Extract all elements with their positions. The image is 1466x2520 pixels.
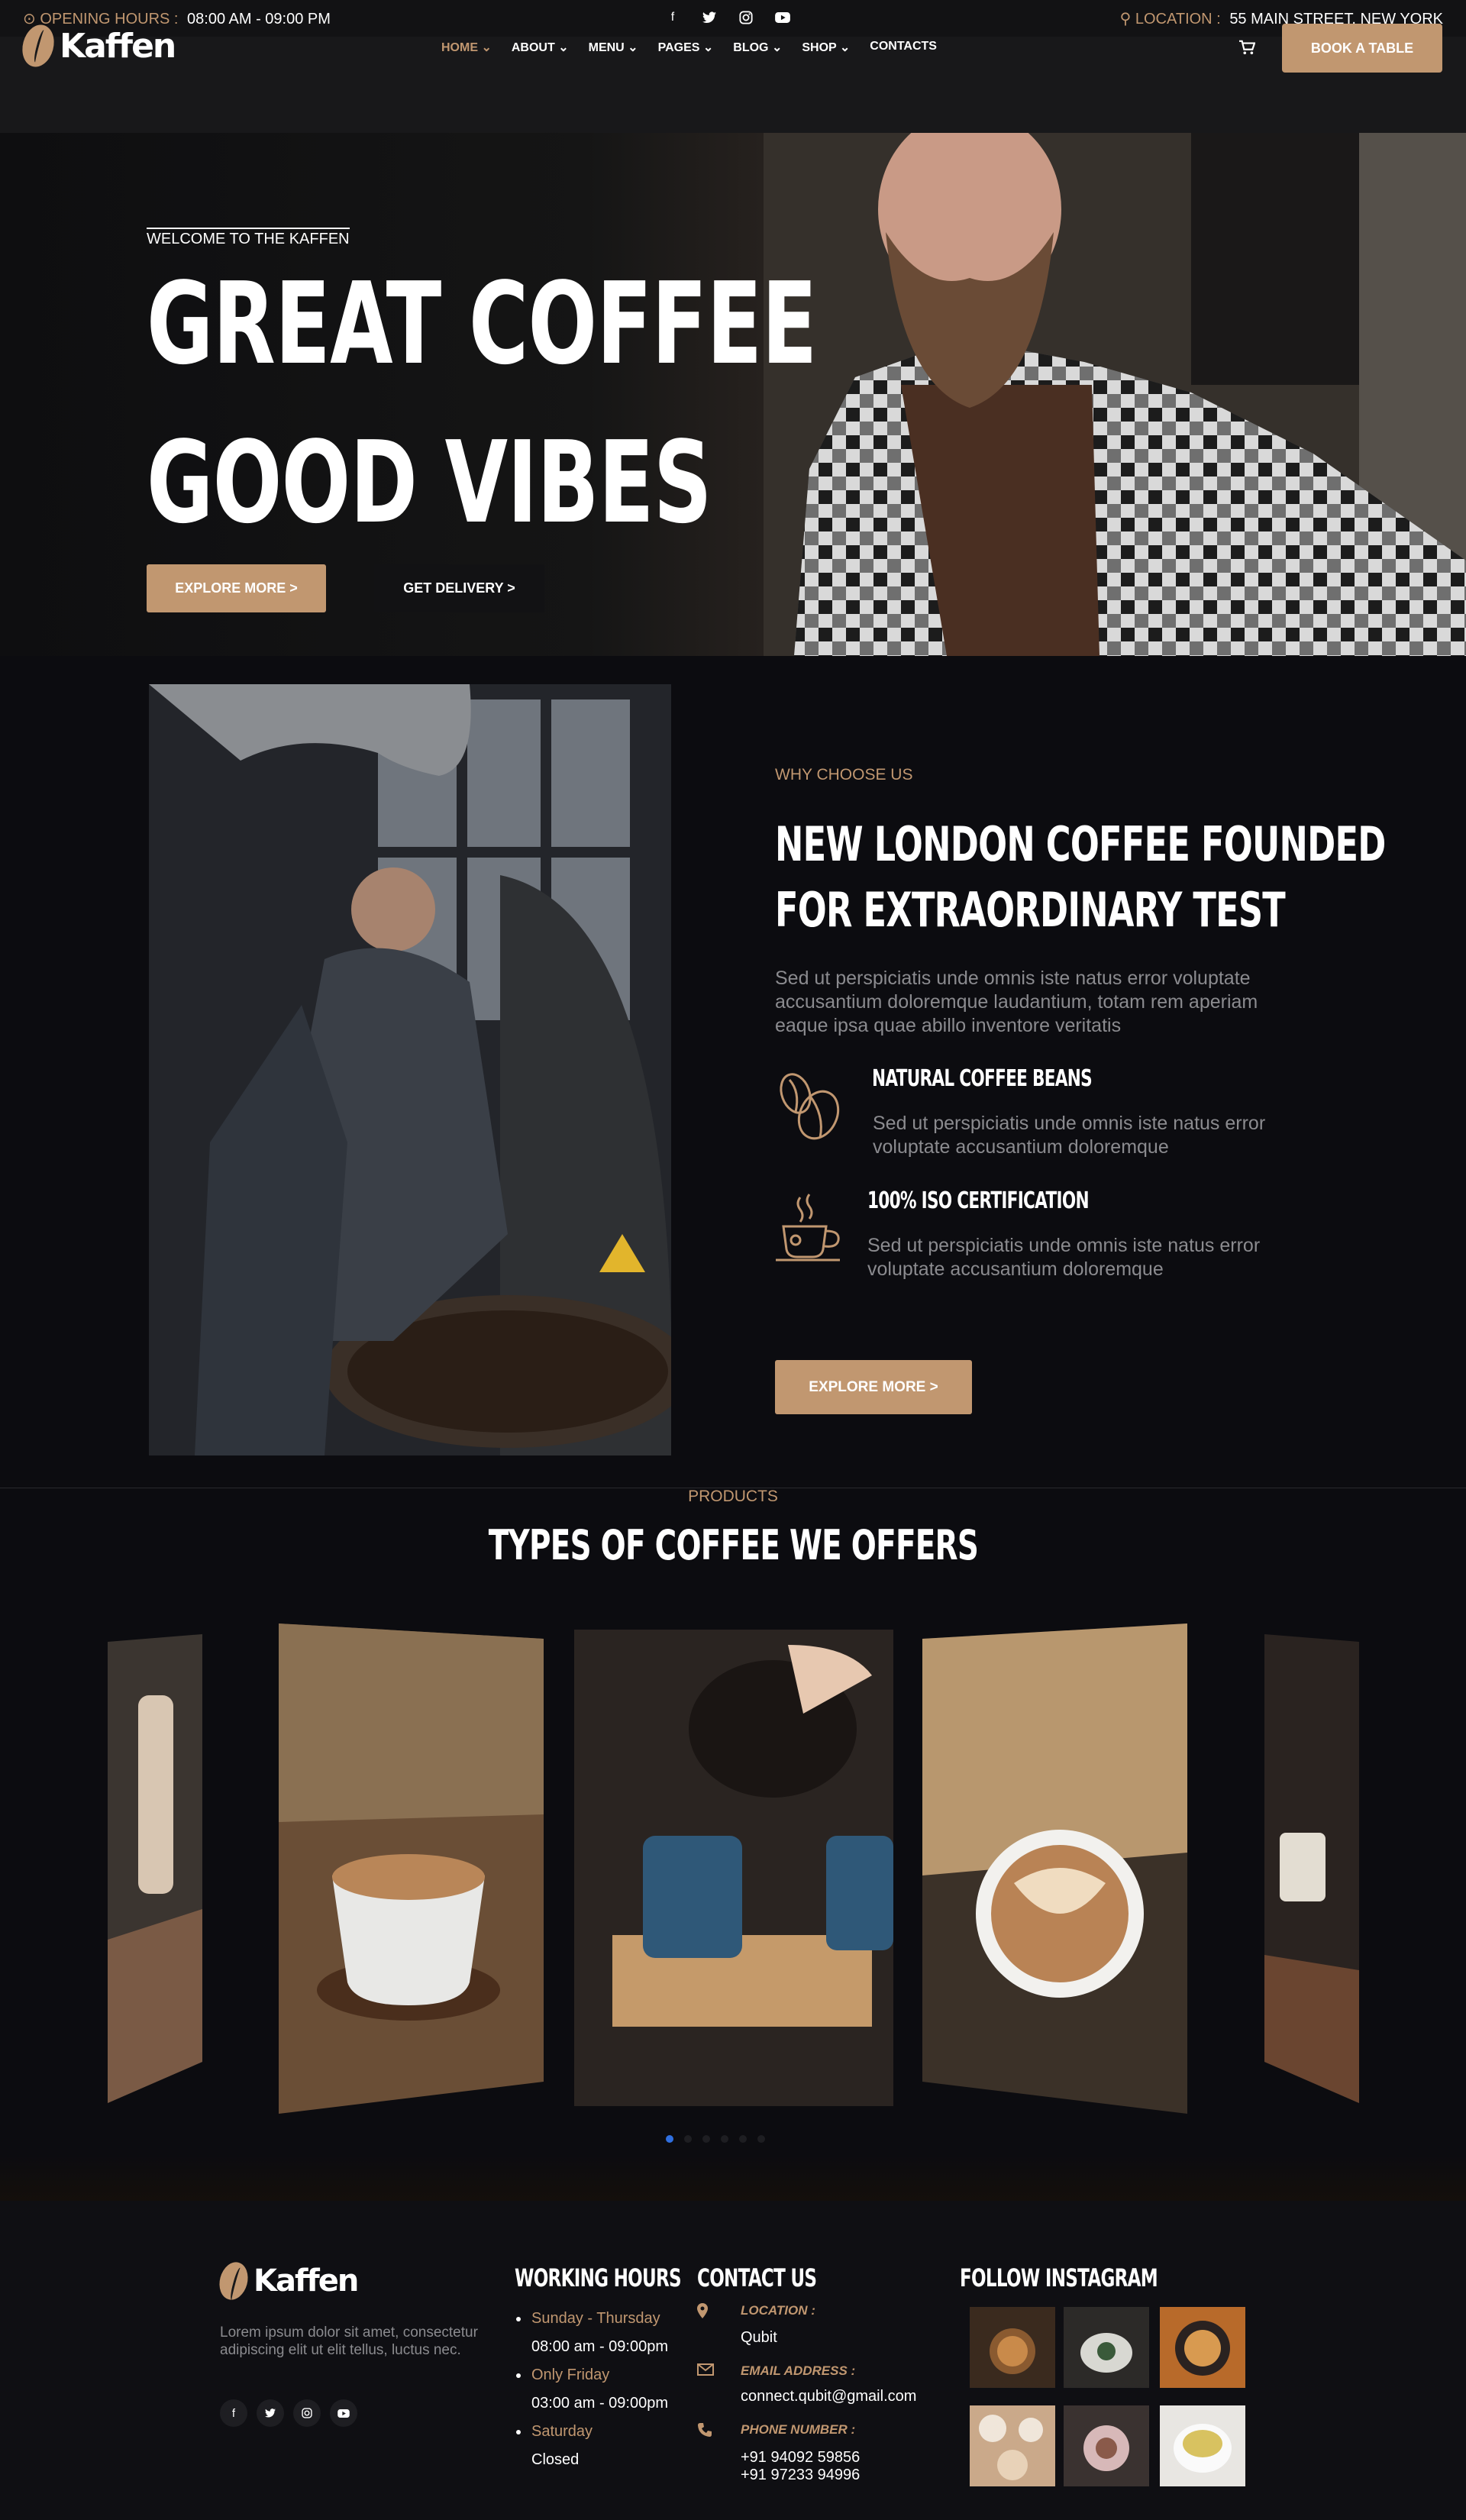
coffee-cup-icon	[776, 1194, 840, 1262]
instagram-photo-4[interactable]	[970, 2405, 1055, 2486]
hours-day-2: Only Friday	[515, 2361, 668, 2389]
nav-item-menu[interactable]: MENU ⌄	[589, 40, 638, 55]
book-table-button[interactable]: BOOK A TABLE	[1282, 24, 1442, 73]
cart-icon[interactable]	[1238, 40, 1256, 60]
nav-menu: HOME ⌄ ABOUT ⌄ MENU ⌄ PAGES ⌄ BLOG ⌄ SHO…	[441, 40, 937, 55]
coffee-roaster-image	[149, 684, 671, 1455]
product-card-latte-art[interactable]	[922, 1623, 1187, 2114]
footer-logo-text: Kaffen	[253, 2263, 359, 2299]
instagram-title: FOLLOW INSTAGRAM	[960, 2263, 1158, 2292]
contact-phone-2[interactable]: +91 97233 94996	[741, 2467, 860, 2484]
hero-eyebrow: WELCOME TO THE KAFFEN	[147, 228, 350, 248]
contact-phone-label: PHONE NUMBER :	[741, 2422, 856, 2437]
about-heading-line-1: NEW LONDON COFFEE FOUNDED	[775, 816, 1386, 872]
facebook-icon[interactable]: f	[220, 2399, 247, 2427]
about-explore-button[interactable]: EXPLORE MORE >	[775, 1360, 972, 1414]
nav-item-home[interactable]: HOME ⌄	[441, 40, 492, 55]
about-heading: NEW LONDON COFFEE FOUNDED FOR EXTRAORDIN…	[775, 812, 1386, 943]
product-card-espresso-machine[interactable]	[1264, 1634, 1359, 2103]
opening-hours-value: 08:00 AM - 09:00 PM	[187, 10, 331, 27]
instagram-photo-1[interactable]	[970, 2307, 1055, 2388]
carousel-dot-4[interactable]	[721, 2135, 728, 2143]
contact-location-label: LOCATION :	[741, 2303, 815, 2318]
instagram-photo-2[interactable]	[1064, 2307, 1149, 2388]
carousel-dot-5[interactable]	[739, 2135, 747, 2143]
contact-email-value[interactable]: connect.qubit@gmail.com	[741, 2388, 916, 2405]
hours-day-3: Saturday	[515, 2418, 668, 2446]
facebook-icon[interactable]: f	[664, 9, 681, 26]
phone-icon	[697, 2422, 712, 2441]
top-social-links: f	[664, 9, 791, 26]
instagram-photo-5[interactable]	[1064, 2405, 1149, 2486]
feature-text-natural-beans: Sed ut perspiciatis unde omnis iste natu…	[873, 1113, 1266, 1158]
hero-title-line-2: GOOD VIBES	[147, 417, 712, 548]
section-band	[0, 2153, 1466, 2201]
nav-item-pages[interactable]: PAGES ⌄	[658, 40, 714, 55]
logo-text: Kaffen	[60, 26, 176, 66]
barista-hero-image	[764, 133, 1466, 656]
feature-title-iso: 100% ISO CERTIFICATION	[867, 1187, 1090, 1214]
instagram-photo-6[interactable]	[1160, 2405, 1245, 2486]
feature-title-natural-beans: NATURAL COFFEE BEANS	[872, 1065, 1093, 1092]
nav-item-contacts[interactable]: CONTACTS	[870, 40, 937, 55]
nav-item-about[interactable]: ABOUT ⌄	[512, 40, 569, 55]
about-eyebrow: WHY CHOOSE US	[775, 766, 913, 783]
nav-item-shop[interactable]: SHOP ⌄	[802, 40, 850, 55]
about-heading-line-2: FOR EXTRAORDINARY TEST	[775, 882, 1286, 938]
hero-title-line-1: GREAT COFFEE	[147, 258, 817, 389]
products-eyebrow: PRODUCTS	[688, 1488, 778, 1505]
coffee-beans-icon	[780, 1073, 840, 1140]
hours-time-1: 08:00 am - 09:00pm	[531, 2338, 668, 2355]
nav-item-blog[interactable]: BLOG ⌄	[733, 40, 782, 55]
products-title: TYPES OF COFFEE WE OFFERS	[488, 1521, 978, 1569]
carousel-dot-2[interactable]	[684, 2135, 692, 2143]
envelope-icon	[697, 2363, 714, 2379]
youtube-icon[interactable]	[330, 2399, 357, 2427]
instagram-photo-3[interactable]	[1160, 2307, 1245, 2388]
product-card-latte-burlap[interactable]	[279, 1623, 544, 2114]
twitter-icon[interactable]	[701, 9, 718, 26]
working-hours-list: Sunday - Thursday 08:00 am - 09:00pm Onl…	[515, 2305, 668, 2474]
contact-title: CONTACT US	[697, 2263, 817, 2292]
contact-location-value: Qubit	[741, 2329, 777, 2346]
hero-explore-button[interactable]: EXPLORE MORE >	[147, 564, 326, 612]
footer-social-links: f	[220, 2399, 357, 2427]
contact-email-label: EMAIL ADDRESS :	[741, 2363, 856, 2378]
map-pin-icon: ⚲	[1119, 10, 1132, 27]
footer-description: Lorem ipsum dolor sit amet, consectetur …	[220, 2325, 478, 2358]
product-card-iced-coffee[interactable]	[108, 1634, 202, 2103]
coffee-bean-icon	[18, 21, 59, 71]
hours-day-1: Sunday - Thursday	[515, 2305, 668, 2333]
working-hours-title: WORKING HOURS	[515, 2263, 682, 2292]
footer-logo[interactable]: Kaffen	[215, 2259, 359, 2303]
hours-time-3: Closed	[531, 2451, 580, 2468]
youtube-icon[interactable]	[774, 9, 791, 26]
carousel-pagination	[666, 2135, 765, 2143]
coffee-bean-icon	[215, 2259, 252, 2303]
hours-time-2: 03:00 am - 09:00pm	[531, 2395, 668, 2412]
about-paragraph: Sed ut perspiciatis unde omnis iste natu…	[775, 968, 1258, 1036]
feature-text-iso: Sed ut perspiciatis unde omnis iste natu…	[867, 1235, 1261, 1280]
carousel-dot-1[interactable]	[666, 2135, 673, 2143]
instagram-icon[interactable]	[293, 2399, 321, 2427]
carousel-dot-3[interactable]	[702, 2135, 710, 2143]
twitter-icon[interactable]	[257, 2399, 284, 2427]
location-label: LOCATION :	[1135, 10, 1221, 27]
carousel-dot-6[interactable]	[757, 2135, 765, 2143]
hero-delivery-button[interactable]: GET DELIVERY >	[374, 564, 544, 612]
contact-phone-1[interactable]: +91 94092 59856	[741, 2449, 860, 2467]
map-pin-icon	[697, 2303, 708, 2322]
site-logo[interactable]: Kaffen	[18, 21, 176, 71]
hero-section: WELCOME TO THE KAFFEN GREAT COFFEE GOOD …	[0, 133, 1466, 656]
instagram-icon[interactable]	[738, 9, 754, 26]
footer	[0, 2201, 1466, 2520]
product-card-pour-over[interactable]	[574, 1630, 893, 2106]
